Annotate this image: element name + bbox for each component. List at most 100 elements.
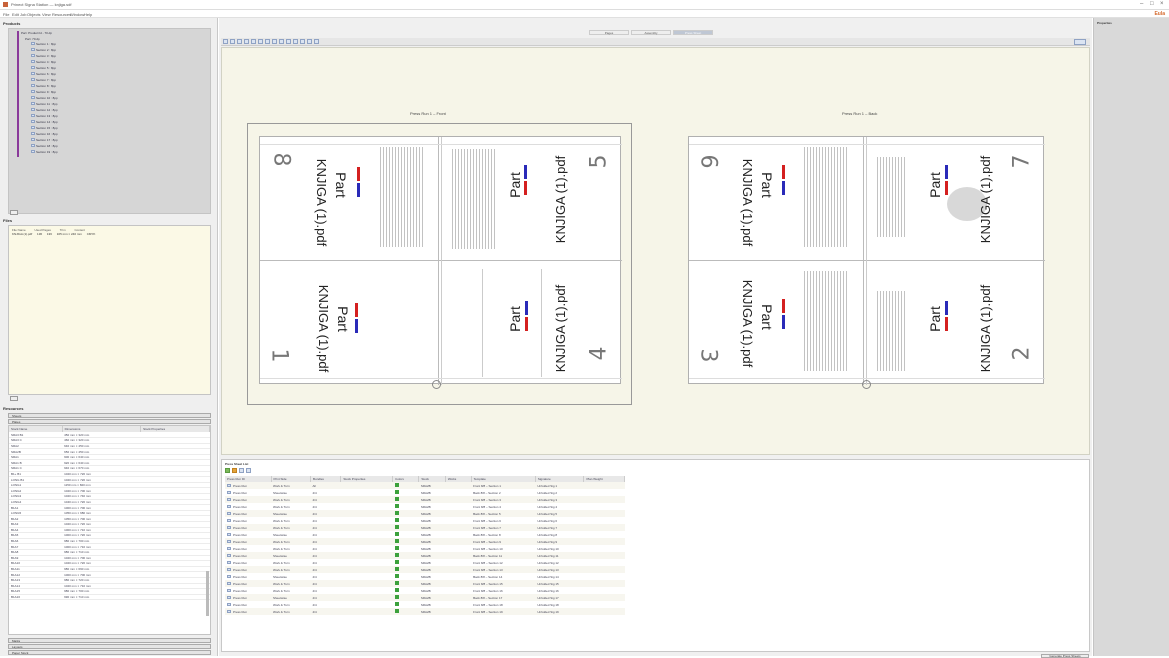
run-cell: SRA2B [420,532,431,537]
print-icon[interactable] [314,39,319,44]
tab-marks[interactable]: Marks [8,638,211,643]
front-press-sheet[interactable]: 8 KNJIGA (1).pdf Part Part KNJIGA (1).pd… [259,136,622,385]
crop-icon[interactable] [265,39,270,44]
press-run-row[interactable]: Press Run Sheetwise 4/4 SRA2B Back 8/8 – Sec… [225,594,625,601]
layout-toggle-icon[interactable] [1074,39,1086,45]
tab-press-sheet[interactable]: Press Sheet [673,30,713,35]
run-icon [227,567,231,571]
maximize-button[interactable]: □ [1150,1,1154,7]
run-icon [227,511,231,515]
section-label: Section 14 : 8pp [36,120,58,124]
front-page-4[interactable]: Part KNJIGA (1).pdf 4 [442,261,622,385]
run-cell: Front 8/8 – Section 15 [471,580,536,587]
layers-icon[interactable] [300,39,305,44]
press-run-row[interactable]: Press Run Work & Turn 4/4 SRA2B Front 8/8 – … [225,496,625,503]
run-colors [393,503,419,510]
mark-icon[interactable] [258,39,263,44]
pointer-icon[interactable] [223,39,228,44]
zoom-icon[interactable] [230,39,235,44]
press-run-row[interactable]: Press Run Sheetwise 4/4 SRA2B Back 8/8 – Sec… [225,573,625,580]
menu-job[interactable]: Job [20,12,26,17]
back-page-2[interactable]: Part KNJIGA (1).pdf 2 [867,261,1045,385]
press-run-row[interactable]: Press Run Work & Turn 4/4 SRA2B Front 8/8 – … [225,601,625,608]
color-swatch-icon [394,525,399,529]
back-press-sheet[interactable]: 6 KNJIGA (1).pdf Part Part KNJIGA (1).pd… [688,136,1045,385]
menu-help[interactable]: Help [84,12,92,17]
lock-icon[interactable] [293,39,298,44]
grid-icon[interactable] [272,39,277,44]
products-toolbar-button[interactable] [10,210,18,215]
tab-plates[interactable]: Plates [8,419,211,424]
run-cell: Unfolded Sig 8 [537,532,558,537]
back-page-7[interactable]: Part KNJIGA (1).pdf 7 [867,137,1045,260]
tab-sheets[interactable]: Sheets [8,413,211,418]
menu-resources[interactable]: Resources [52,12,71,17]
menu-objects[interactable]: Objects [27,12,41,17]
press-run-row[interactable]: Press Run Work & Turn 4/4 SRA2B Front 8/8 – … [225,545,625,552]
resources-scrollbar[interactable] [206,571,209,616]
delete-run-icon[interactable] [239,468,244,473]
page-number-8: 8 [268,152,294,167]
edit-run-icon[interactable] [232,468,237,473]
measure-icon[interactable] [279,39,284,44]
files-toolbar-button[interactable] [10,396,18,401]
run-id-cell: Press Run [225,503,271,510]
minimize-button[interactable]: – [1140,1,1143,7]
tab-assembly[interactable]: Assembly [631,30,671,35]
menu-edit[interactable]: Edit [12,12,19,17]
press-run-row[interactable]: Press Run Work & Turn 4/4 SRA2B Front 8/8 – … [225,566,625,573]
run-cell: Front 8/8 – Section 3 [471,496,536,503]
front-page-5[interactable]: Part KNJIGA (1).pdf 5 [442,137,622,260]
run-cell: Back 8/8 – Section 11 [471,552,536,559]
back-page-3[interactable]: 3 KNJIGA (1).pdf Part [689,261,863,385]
front-page-8[interactable]: 8 KNJIGA (1).pdf Part [260,137,438,260]
front-page-1[interactable]: 1 KNJIGA (1).pdf Part [260,261,438,385]
run-cell [341,545,393,552]
press-run-row[interactable]: Press Run Work & Turn 4/4 SRA2B Front 8/8 – … [225,503,625,510]
press-run-row[interactable]: Press Run Work & Turn 4/4 SRA2B Front 8/8 – … [225,559,625,566]
flip-icon[interactable] [251,39,256,44]
section-icon [31,150,35,153]
run-cell: Unfolded Sig 18 [537,602,559,607]
tree-child[interactable]: Part: 70.dp [25,37,40,41]
align-icon[interactable] [286,39,291,44]
tree-section-item[interactable]: Section 19 : 8pp [31,150,58,156]
press-run-row[interactable]: Press Run Sheetwise 4/4 SRA2B Back 8/8 – Sec… [225,489,625,496]
section-icon [31,90,35,93]
refresh-run-icon[interactable] [246,468,251,473]
press-run-row[interactable]: Press Run Sheetwise 4/4 SRA2B Back 8/8 – Sec… [225,510,625,517]
front-p4-part-label: Part [506,306,523,332]
menu-window[interactable]: Window [70,12,84,17]
press-run-row[interactable]: Press Run Work & Turn 4/4 SRA2B Front 8/8 – … [225,608,625,615]
run-plan-weight [583,580,625,587]
tree-root[interactable]: Part: Product:Id - 70.dp [21,31,52,35]
color-swatch-icon [394,560,399,564]
menu-file[interactable]: File [3,12,9,17]
tab-layouts[interactable]: Layouts [8,644,211,649]
press-run-row[interactable]: Press Run Work & Turn 4/4 SRA2B Front 8/8 – … [225,587,625,594]
hand-icon[interactable] [237,39,242,44]
run-cell [445,510,472,517]
file-row[interactable]: KNJIGA (1).pdf 136 136 165 mm × 240 mm C… [12,232,95,236]
press-run-row[interactable]: Press Run Work & Turn 4/4 SRA2B Front 8/8 – … [225,538,625,545]
front-register-mark [432,380,441,389]
press-run-row[interactable]: Press Run Sheetwise 4/4 SRA2B Back 8/8 – Sec… [225,531,625,538]
run-cell: Work & Turn [273,588,290,593]
tab-pages[interactable]: Pages [589,30,629,35]
preview-icon[interactable] [307,39,312,44]
brand-logo: Eula [1154,11,1165,17]
tab-paper-stock[interactable]: Paper Stock [8,650,211,655]
run-cell [340,524,393,531]
press-run-row[interactable]: Press Run Work & Turn 4/4 SRA2B Front 8/8 – … [225,580,625,587]
press-run-row[interactable]: Press Run Work & Turn 4/4 SRA2B Front 8/8 – … [225,524,625,531]
back-page-6[interactable]: 6 KNJIGA (1).pdf Part [689,137,863,260]
menu-view[interactable]: View [42,12,51,17]
generate-button[interactable]: Generate Press Sheets [1041,654,1089,658]
add-run-icon[interactable] [225,468,230,473]
press-run-row[interactable]: Press Run Work & Turn 4/4 SRA2B Front 8/8 – … [225,517,625,524]
rotate-icon[interactable] [244,39,249,44]
press-run-row[interactable]: Press Run Sheetwise 4/4 SRA2B Back 8/8 – Sec… [225,552,625,559]
close-button[interactable]: × [1160,1,1164,7]
resource-row[interactable]: B1A16 990 mm × 710 mm [9,594,210,601]
press-run-row[interactable]: Press Run Work & Turn All SRA2B Front 8/8 – … [225,482,625,489]
